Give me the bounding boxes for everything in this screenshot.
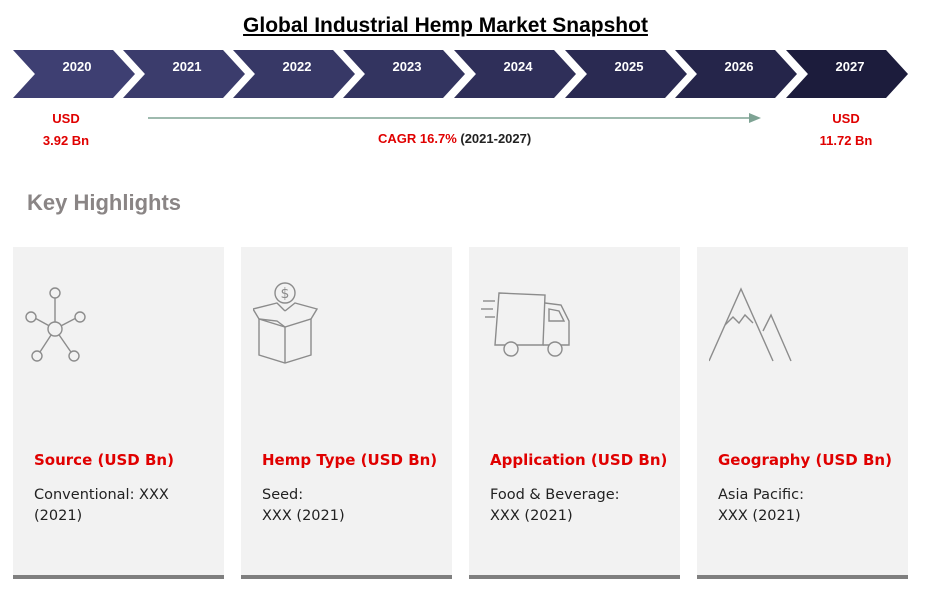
year-label: 2020 [62,59,92,74]
year-label: 2025 [614,59,644,74]
highlight-card-geography: Geography (USD Bn) Asia Pacific: XXX (20… [697,247,908,579]
year-chevron-2021: 2021 [123,50,245,98]
year-chevron-2025: 2025 [565,50,687,98]
card-body: Conventional: XXX (2021) [34,487,169,524]
highlight-card-source: Source (USD Bn) Conventional: XXX (2021) [13,247,224,579]
end-value: 11.72 Bn [819,133,873,148]
year-label: 2026 [724,59,754,74]
start-value: 3.92 Bn [42,133,90,148]
mountain-icon [709,287,792,362]
year-label: 2024 [503,59,533,74]
year-chevron-2023: 2023 [343,50,465,98]
page-title-text: Global Industrial Hemp Market Snapshot [243,14,648,37]
highlight-card-hemp-type: $ Hemp Type (USD Bn) Seed: XXX (2021) [241,247,452,579]
money-box-icon: $ [253,282,319,364]
year-chevron-2024: 2024 [454,50,576,98]
growth-arrow [148,113,761,123]
card-body: Food & Beverage: XXX (2021) [490,487,620,524]
year-timeline: 2020 2021 2022 2023 2024 2025 2026 2027 [13,50,908,98]
highlights-title: Key Highlights [27,190,182,215]
start-unit: USD [52,111,80,126]
end-unit: USD [832,111,860,126]
page-title: Global Industrial Hemp Market Snapshot [0,14,891,38]
cagr-period: (2021-2027) [460,131,532,146]
card-heading: Hemp Type (USD Bn) [262,451,438,469]
card-heading: Geography (USD Bn) [718,451,892,469]
card-heading: Source (USD Bn) [34,451,174,469]
cagr-label: CAGR 16.7% (2021-2027) [378,131,531,146]
card-body: Seed: XXX (2021) [262,487,345,524]
cagr-rate: CAGR 16.7% [378,131,457,146]
year-label: 2022 [282,59,312,74]
svg-text:$: $ [281,286,290,302]
year-label: 2027 [835,59,865,74]
network-icon [25,287,86,362]
card-heading: Application (USD Bn) [490,451,668,469]
year-label: 2023 [392,59,422,74]
card-body: Asia Pacific: XXX (2021) [718,487,804,524]
year-chevron-2026: 2026 [675,50,797,98]
highlight-card-application: Application (USD Bn) Food & Beverage: XX… [469,247,680,579]
year-chevron-2020: 2020 [13,50,135,98]
year-label: 2021 [172,59,202,74]
year-chevron-2022: 2022 [233,50,355,98]
delivery-truck-icon [481,292,570,357]
year-chevron-2027: 2027 [786,50,908,98]
